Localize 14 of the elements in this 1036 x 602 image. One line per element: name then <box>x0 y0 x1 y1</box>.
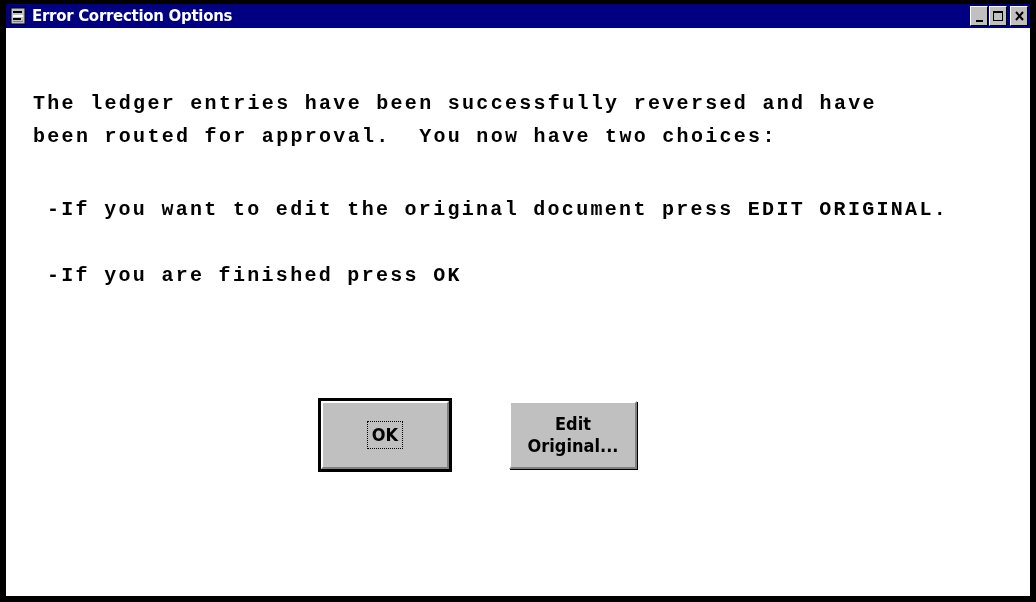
ok-button[interactable]: OK <box>321 401 449 469</box>
document-icon <box>10 7 26 25</box>
close-button[interactable] <box>1010 6 1028 26</box>
minimize-icon <box>975 20 983 22</box>
minimize-button[interactable] <box>970 6 988 26</box>
option-text: -If you want to edit the original document press EDIT ORIGINAL. <box>46 197 950 223</box>
option-text: -If you are finished press OK <box>46 263 463 289</box>
edit-original-button[interactable]: Edit Original... <box>509 401 637 469</box>
window-title: Error Correction Options <box>32 7 234 25</box>
maximize-button[interactable] <box>989 6 1007 26</box>
focus-rectangle: OK <box>366 421 404 449</box>
close-icon <box>1014 11 1024 21</box>
maximize-icon <box>993 11 1003 21</box>
message-text: The ledger entries have been successfully reversed and have been routed for approval. You now have two choices: <box>33 91 878 150</box>
